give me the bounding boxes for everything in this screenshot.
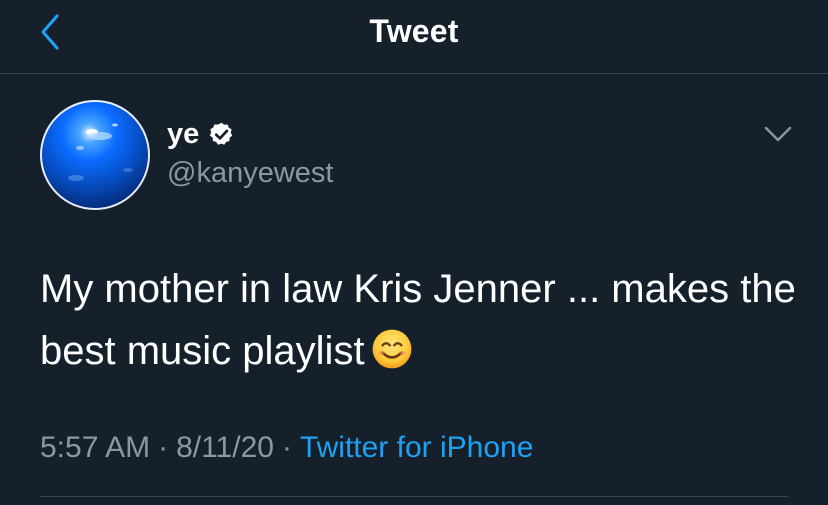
avatar[interactable] (40, 100, 150, 210)
avatar-image (68, 123, 133, 181)
tweet-detail-screen: Tweet ye @kanyewest My mother in law Kri… (0, 0, 828, 505)
verified-badge-icon (210, 122, 233, 145)
tweet-time: 5:57 AM (40, 431, 151, 464)
meta-separator: · (158, 431, 169, 464)
tweet-body: My mother in law Kris Jenner ... makes t… (40, 258, 800, 382)
meta-separator: · (281, 431, 292, 464)
more-options-button[interactable] (760, 120, 796, 148)
tweet-source-link[interactable]: Twitter for iPhone (300, 431, 533, 464)
tweet-text: My mother in law Kris Jenner ... makes t… (40, 267, 796, 373)
divider (40, 496, 788, 497)
page-title: Tweet (369, 13, 459, 49)
author-name-row[interactable]: ye (167, 116, 235, 152)
author-display-name[interactable]: ye (167, 117, 199, 151)
chevron-down-icon (764, 126, 792, 142)
author-handle[interactable]: @kanyewest (167, 156, 333, 190)
smiling-face-emoji-icon (372, 329, 411, 369)
tweet-date: 8/11/20 (176, 431, 274, 464)
top-navigation-bar: Tweet (0, 0, 828, 74)
tweet-metadata: 5:57 AM · 8/11/20 · Twitter for iPhone (40, 430, 533, 466)
